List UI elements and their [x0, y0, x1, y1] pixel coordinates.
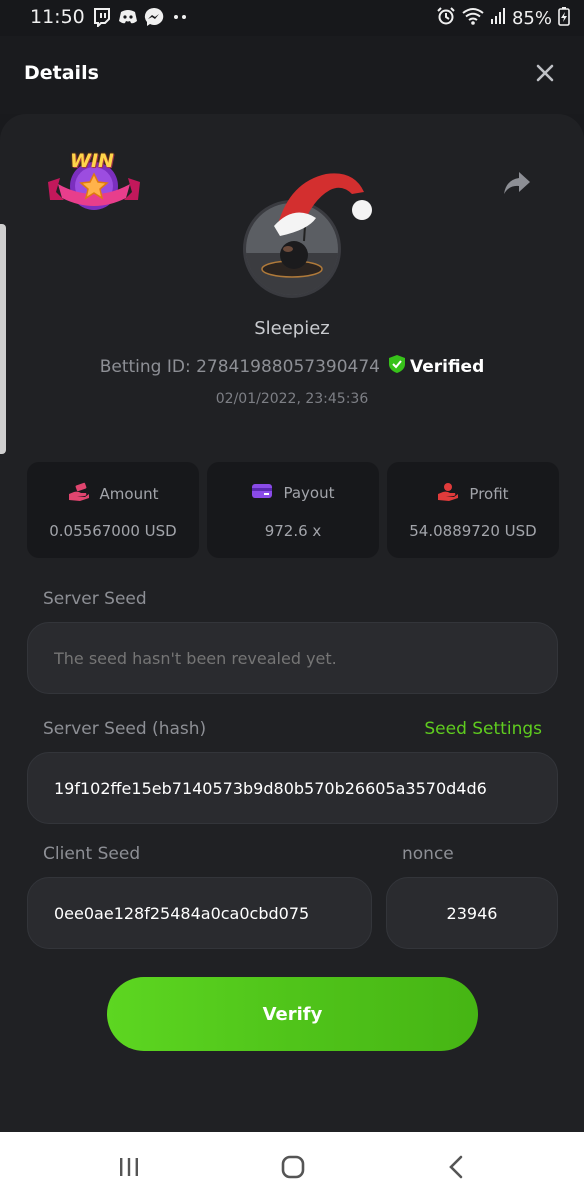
twitch-icon: [92, 7, 112, 29]
verified-shield-icon: [388, 354, 406, 379]
battery-charging-icon: [558, 6, 570, 31]
card-icon: [251, 482, 273, 504]
share-icon[interactable]: [502, 170, 532, 196]
client-seed-input[interactable]: [28, 878, 371, 948]
server-seed-label: Server Seed: [43, 589, 147, 609]
profit-hand-icon: [437, 482, 459, 506]
wifi-icon: [462, 6, 484, 31]
win-badge: WIN: [46, 148, 142, 220]
stat-card-profit: Profit 54.0889720 USD: [387, 462, 559, 558]
username: Sleepiez: [254, 318, 330, 339]
seed-settings-link[interactable]: Seed Settings: [424, 719, 542, 739]
server-seed-hash-label: Server Seed (hash): [43, 719, 207, 739]
stat-label-amount: Amount: [99, 485, 159, 503]
client-seed-field[interactable]: [27, 877, 372, 949]
signal-icon: [490, 7, 506, 30]
stat-card-amount: Amount 0.05567000 USD: [27, 462, 199, 558]
betting-id-row: Betting ID: 27841988057390474 Verified: [0, 354, 584, 379]
win-badge-text: WIN: [70, 150, 114, 172]
server-seed-input[interactable]: [28, 623, 557, 693]
stat-card-payout: Payout 972.6 x: [207, 462, 379, 558]
messenger-icon: [144, 7, 164, 27]
more-dots-icon: [170, 7, 190, 27]
stat-label-profit: Profit: [469, 485, 509, 503]
system-nav-bar: [0, 1132, 584, 1200]
verify-button[interactable]: Verify: [107, 977, 478, 1051]
back-icon[interactable]: [442, 1152, 472, 1182]
nonce-input[interactable]: [387, 878, 557, 948]
verified-badge: Verified: [388, 354, 484, 379]
page-title: Details: [24, 62, 99, 84]
alarm-icon: [436, 6, 456, 31]
battery-percent: 85%: [511, 8, 552, 29]
status-bar: 11:50 85%: [0, 0, 584, 36]
stat-value-payout: 972.6 x: [264, 522, 322, 540]
client-seed-label: Client Seed: [43, 844, 141, 864]
server-seed-hash-field[interactable]: [27, 752, 558, 824]
stat-value-amount: 0.05567000 USD: [49, 522, 177, 540]
status-time: 11:50: [30, 6, 85, 28]
recent-apps-icon[interactable]: [114, 1152, 144, 1182]
bet-datetime: 02/01/2022, 23:45:36: [215, 391, 369, 407]
nonce-field[interactable]: [386, 877, 558, 949]
system-icons: 85%: [436, 6, 570, 31]
scroll-edge-handle[interactable]: [0, 224, 6, 454]
server-seed-field[interactable]: [27, 622, 558, 694]
home-icon[interactable]: [278, 1152, 308, 1182]
notification-icons: [92, 7, 190, 29]
santa-hat-icon: [272, 166, 378, 240]
discord-icon: [118, 7, 138, 27]
stat-value-profit: 54.0889720 USD: [409, 522, 537, 540]
verified-label: Verified: [409, 356, 485, 377]
betting-id: Betting ID: 27841988057390474: [99, 356, 380, 377]
stat-label-payout: Payout: [283, 484, 335, 502]
close-icon[interactable]: [534, 62, 556, 84]
money-hand-icon: [68, 482, 90, 506]
details-header: Details: [0, 36, 584, 114]
server-seed-hash-input[interactable]: [28, 753, 557, 823]
nonce-label: nonce: [402, 844, 454, 864]
